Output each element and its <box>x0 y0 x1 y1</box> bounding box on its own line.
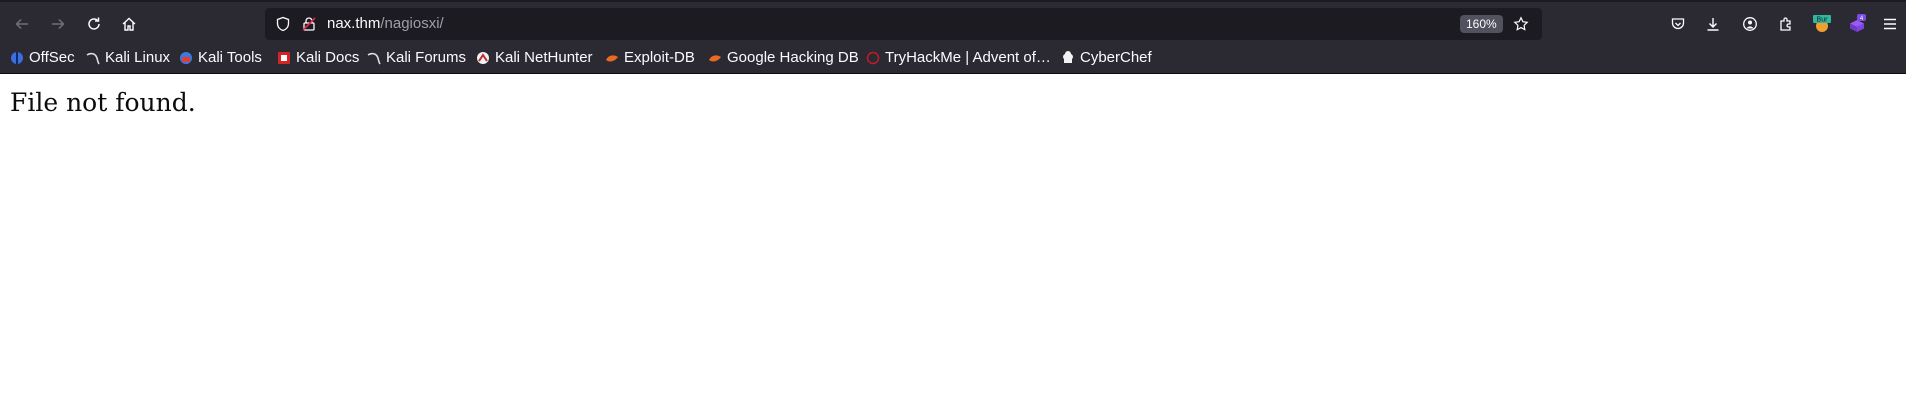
insecure-lock-icon[interactable] <box>301 16 317 32</box>
back-arrow-icon <box>15 18 28 30</box>
bookmark-kali-forums[interactable]: Kali Forums <box>367 44 466 72</box>
tryhackme-icon <box>866 51 880 65</box>
bookmark-kali-tools[interactable]: Kali Tools <box>179 44 262 72</box>
bookmark-label: Kali Tools <box>198 49 262 66</box>
bookmark-offsec[interactable]: OffSec <box>10 44 75 72</box>
page-message: File not found. <box>10 88 196 117</box>
url-text[interactable]: nax.thm/nagiosxi/ <box>327 8 444 40</box>
reload-button[interactable] <box>80 10 108 38</box>
kali-tools-icon <box>180 52 192 64</box>
bookmark-label: Kali NetHunter <box>495 49 593 66</box>
bookmark-label: OffSec <box>29 49 75 66</box>
exploit-db-icon <box>606 55 618 62</box>
bookmark-label: TryHackMe | Advent of… <box>885 49 1051 66</box>
forward-button[interactable] <box>44 10 72 38</box>
bookmark-label: Exploit-DB <box>624 49 695 66</box>
url-bar[interactable]: nax.thm/nagiosxi/ 160% <box>265 8 1542 40</box>
offsec-icon <box>11 52 23 64</box>
reload-icon <box>88 17 100 30</box>
account-icon <box>1743 17 1757 31</box>
nethunter-icon <box>477 52 489 64</box>
bookmark-google-hacking-db[interactable]: Google Hacking DB <box>708 44 859 72</box>
app-menu-button[interactable] <box>1876 10 1904 38</box>
purple-cube-icon: 4 <box>1850 14 1866 32</box>
bookmark-tryhackme[interactable]: TryHackMe | Advent of… <box>866 44 1051 72</box>
tracking-protection-shield-icon[interactable] <box>275 16 291 32</box>
pocket-icon <box>1671 18 1685 30</box>
burp-suite-icon: Bur <box>1813 15 1831 32</box>
bookmark-kali-nethunter[interactable]: Kali NetHunter <box>476 44 593 72</box>
downloads-button[interactable] <box>1699 10 1727 38</box>
bookmark-kali-linux[interactable]: Kali Linux <box>86 44 170 72</box>
kali-dragon-icon <box>86 52 100 65</box>
url-path: /nagiosxi/ <box>380 15 444 32</box>
bookmark-label: CyberChef <box>1080 49 1152 66</box>
bookmark-label: Kali Docs <box>296 49 360 66</box>
hamburger-menu-icon <box>1884 18 1896 30</box>
puzzle-piece-icon <box>1780 17 1791 31</box>
home-icon <box>122 17 136 31</box>
bookmark-star-icon[interactable] <box>1513 16 1529 32</box>
burp-extension-button[interactable]: Bur <box>1808 10 1836 38</box>
home-button[interactable] <box>115 10 143 38</box>
bookmark-label: Google Hacking DB <box>727 49 859 66</box>
kali-docs-icon <box>278 52 290 64</box>
burp-label: Bur <box>1817 17 1829 24</box>
bookmark-exploit-db[interactable]: Exploit-DB <box>605 44 695 72</box>
exploit-db-icon <box>709 55 721 62</box>
url-host: nax.thm <box>327 15 381 32</box>
forward-arrow-icon <box>52 18 65 30</box>
pocket-button[interactable] <box>1664 10 1692 38</box>
kali-dragon-icon <box>367 52 381 65</box>
bookmark-kali-docs[interactable]: Kali Docs <box>277 44 359 72</box>
badge-extension-button[interactable]: 4 <box>1843 10 1871 38</box>
bookmark-cyberchef[interactable]: CyberChef <box>1061 44 1152 72</box>
bookmarks-toolbar: OffSec Kali Linux Kali Tools Kali Docs K… <box>0 44 1906 74</box>
back-button[interactable] <box>8 10 36 38</box>
account-button[interactable] <box>1736 10 1764 38</box>
bookmark-label: Kali Forums <box>386 49 467 66</box>
bookmark-label: Kali Linux <box>105 49 171 66</box>
browser-toolbar: nax.thm/nagiosxi/ 160% Bur 4 <box>0 0 1906 44</box>
download-icon <box>1707 18 1719 31</box>
extensions-button[interactable] <box>1772 10 1800 38</box>
cyberchef-icon <box>1063 51 1073 63</box>
zoom-level-button[interactable]: 160% <box>1460 15 1503 33</box>
